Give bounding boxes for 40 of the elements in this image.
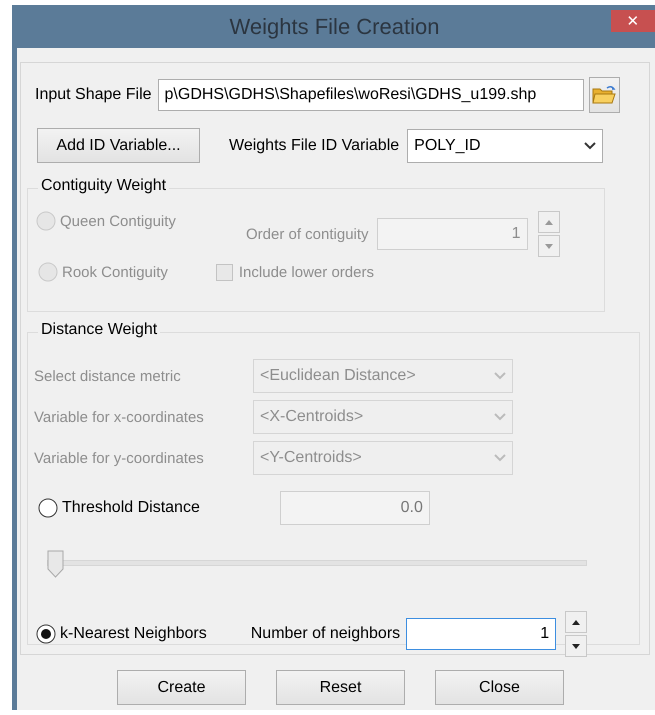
spin-up-button[interactable] — [565, 611, 588, 633]
dialog-button[interactable]: Create — [117, 670, 246, 705]
chevron-icon — [584, 142, 596, 150]
dropdown[interactable]: POLY_ID — [407, 128, 604, 162]
dialog-button[interactable]: Close — [435, 670, 564, 705]
radio-circle-icon — [36, 211, 56, 231]
radio-circle-icon — [36, 624, 56, 644]
field-label: Order of contiguity — [246, 226, 369, 242]
number-field[interactable]: 1 — [406, 618, 556, 650]
group-title: Contiguity Weight — [38, 177, 170, 195]
add-id-variable-button[interactable]: Add ID Variable... — [37, 128, 200, 163]
input-field[interactable]: p\GDHS\GDHS\Shapefiles\woResi\GDHS_u199.shp — [158, 79, 584, 111]
chevron-icon — [494, 372, 506, 380]
threshold-field[interactable]: 0.0 — [280, 491, 430, 525]
browse-button[interactable] — [588, 77, 620, 113]
field-label: Weights File ID Variable — [229, 136, 400, 154]
field-label: Number of neighbors — [250, 625, 400, 643]
dialog-button[interactable]: Reset — [276, 670, 405, 705]
triangle-up-icon — [572, 620, 580, 624]
folder-icon — [592, 85, 616, 105]
triangle-down-icon — [572, 644, 580, 648]
slider[interactable] — [47, 550, 587, 578]
field-label: Variable for y-coordinates — [34, 450, 205, 466]
field-label: Select distance metric — [34, 368, 182, 384]
group-title: Distance Weight — [38, 321, 160, 339]
radio-circle-icon — [38, 498, 58, 518]
chevron-icon — [494, 413, 506, 421]
field-label: Variable for x-coordinates — [34, 408, 205, 426]
radio-circle-icon — [38, 262, 58, 282]
radio-button[interactable]: k-Nearest Neighbors — [36, 624, 207, 644]
field-label: Input Shape File — [35, 86, 152, 104]
slider-thumb[interactable] — [47, 550, 64, 578]
triangle-up-icon — [544, 220, 553, 224]
close-button[interactable]: ✕ — [611, 10, 655, 32]
window-title: Weights File Creation — [230, 14, 440, 40]
chevron-icon — [494, 454, 506, 462]
checkbox-label: Include lower orders — [238, 264, 374, 280]
spin-down-button[interactable] — [565, 635, 588, 657]
triangle-down-icon — [544, 244, 553, 248]
radio-button[interactable]: Threshold Distance — [38, 498, 200, 518]
